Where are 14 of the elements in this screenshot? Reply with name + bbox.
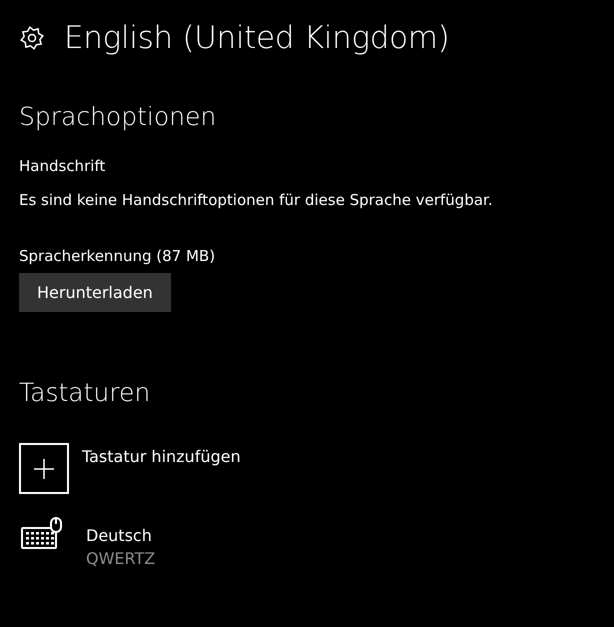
page-title: English (United Kingdom) <box>64 20 450 56</box>
keyboard-icon <box>21 516 63 552</box>
handwriting-message: Es sind keine Handschriftoptionen für diese Sprache verfügbar. <box>19 191 494 209</box>
section-heading: Sprachoptionen <box>19 102 218 131</box>
speech-label: Spracherkennung (87 MB) <box>19 247 216 265</box>
section-heading: Tastaturen <box>19 378 152 407</box>
keyboard-name[interactable]: Deutsch <box>86 526 156 545</box>
add-keyboard-button[interactable] <box>19 443 69 494</box>
keyboard-layout: QWERTZ <box>86 549 156 568</box>
add-keyboard-label[interactable]: Tastatur hinzufügen <box>82 447 241 466</box>
handwriting-label: Handschrift <box>19 157 106 175</box>
plus-icon <box>33 458 55 480</box>
download-button[interactable]: Herunterladen <box>19 273 171 312</box>
settings-icon <box>20 26 44 50</box>
